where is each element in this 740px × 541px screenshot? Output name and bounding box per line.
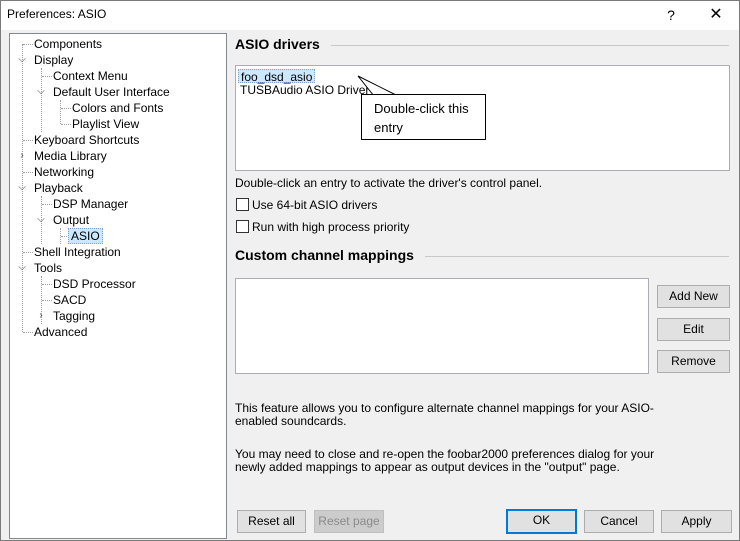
help-button[interactable]: ? <box>657 4 685 26</box>
remove-button[interactable]: Remove <box>657 350 730 373</box>
high-priority-checkbox[interactable] <box>236 220 249 233</box>
add-new-button[interactable]: Add New <box>657 285 730 308</box>
tree-item-label: Shell Integration <box>34 245 121 259</box>
tree-item-label: DSD Processor <box>53 277 136 291</box>
channel-mappings-list[interactable] <box>235 278 649 374</box>
tree-item-colors-and-fonts[interactable]: Colors and Fonts <box>70 100 165 116</box>
tree-item-dsp-manager[interactable]: DSP Manager <box>51 196 130 212</box>
tree-item-display[interactable]: Display <box>32 52 75 68</box>
tree-item-label: Tagging <box>53 309 96 323</box>
tree-item-label-selected: ASIO <box>68 228 103 244</box>
asio-drivers-heading: ASIO drivers <box>235 36 320 52</box>
tree-item-keyboard-shortcuts[interactable]: Keyboard Shortcuts <box>32 132 141 148</box>
tree-item-default-user-interface[interactable]: Default User Interface <box>51 84 172 100</box>
tree-item-output[interactable]: Output <box>51 212 91 228</box>
tree-item-advanced[interactable]: Advanced <box>32 324 89 340</box>
edit-button[interactable]: Edit <box>657 318 730 341</box>
tree-item-label: Display <box>34 53 74 67</box>
mappings-info-text: This feature allows you to configure alt… <box>235 401 654 428</box>
tree-item-media-library[interactable]: Media Library <box>32 148 109 164</box>
tree-item-shell-integration[interactable]: Shell Integration <box>32 244 123 260</box>
reset-all-button[interactable]: Reset all <box>237 510 306 533</box>
tree-item-sacd[interactable]: SACD <box>51 292 88 308</box>
collapse-chevron-icon[interactable]: ⌵ <box>36 212 46 228</box>
collapse-chevron-icon[interactable]: ⌵ <box>17 52 27 68</box>
apply-button[interactable]: Apply <box>661 510 732 533</box>
window-title: Preferences: ASIO <box>7 7 107 21</box>
tree-item-components[interactable]: Components <box>32 36 104 52</box>
mappings-reopen-text: You may need to close and re-open the fo… <box>235 447 655 474</box>
tree-item-tagging[interactable]: Tagging <box>51 308 97 324</box>
preferences-tree[interactable]: Components ⌵ Display Context Menu ⌵ Defa… <box>9 33 227 539</box>
tree-item-playlist-view[interactable]: Playlist View <box>70 116 141 132</box>
channel-mappings-heading: Custom channel mappings <box>235 247 414 263</box>
collapse-chevron-icon[interactable]: ⌵ <box>17 260 27 276</box>
tree-item-context-menu[interactable]: Context Menu <box>51 68 130 84</box>
tree-item-label: Components <box>34 37 103 51</box>
tree-item-label: Playlist View <box>72 117 140 131</box>
tree-item-playback[interactable]: Playback <box>32 180 85 196</box>
expand-chevron-icon[interactable]: › <box>36 308 46 324</box>
expand-chevron-icon[interactable]: › <box>17 148 27 164</box>
double-click-callout: Double-click this entry <box>361 94 486 140</box>
driver-item-foo-dsd-asio[interactable]: foo_dsd_asio <box>238 69 316 84</box>
tree-item-label: Playback <box>34 181 83 195</box>
cancel-button[interactable]: Cancel <box>584 510 654 533</box>
tree-item-label: Media Library <box>34 149 107 163</box>
use-64bit-label[interactable]: Use 64-bit ASIO drivers <box>252 198 377 212</box>
tree-item-label: Keyboard Shortcuts <box>34 133 140 147</box>
driver-item-tusbaudio[interactable]: TUSBAudio ASIO Driver <box>238 83 371 97</box>
tree-item-label: Context Menu <box>53 69 128 83</box>
tree-item-tools[interactable]: Tools <box>32 260 64 276</box>
driver-hint-text: Double-click an entry to activate the dr… <box>235 176 543 190</box>
tree-item-label: Networking <box>34 165 95 179</box>
ok-button[interactable]: OK <box>506 509 577 534</box>
tree-item-label: Colors and Fonts <box>72 101 164 115</box>
tree-item-label: DSP Manager <box>53 197 129 211</box>
collapse-chevron-icon[interactable]: ⌵ <box>36 84 46 100</box>
title-bar: Preferences: ASIO ? ✕ <box>1 1 739 30</box>
high-priority-label[interactable]: Run with high process priority <box>252 220 409 234</box>
reset-page-button[interactable]: Reset page <box>314 510 384 533</box>
preferences-window: Preferences: ASIO ? ✕ Components ⌵ Displ… <box>0 0 740 541</box>
section-divider <box>425 256 729 257</box>
tree-item-label: Tools <box>34 261 63 275</box>
tree-item-label: Output <box>53 213 90 227</box>
tree-item-networking[interactable]: Networking <box>32 164 96 180</box>
collapse-chevron-icon[interactable]: ⌵ <box>17 180 27 196</box>
tree-item-label: Advanced <box>34 325 88 339</box>
close-button[interactable]: ✕ <box>701 4 731 26</box>
tree-item-label: SACD <box>53 293 87 307</box>
section-divider <box>331 45 729 46</box>
use-64bit-checkbox[interactable] <box>236 198 249 211</box>
tree-item-dsd-processor[interactable]: DSD Processor <box>51 276 138 292</box>
tree-item-label: Default User Interface <box>53 85 170 99</box>
tree-item-asio[interactable]: ASIO <box>68 228 103 244</box>
